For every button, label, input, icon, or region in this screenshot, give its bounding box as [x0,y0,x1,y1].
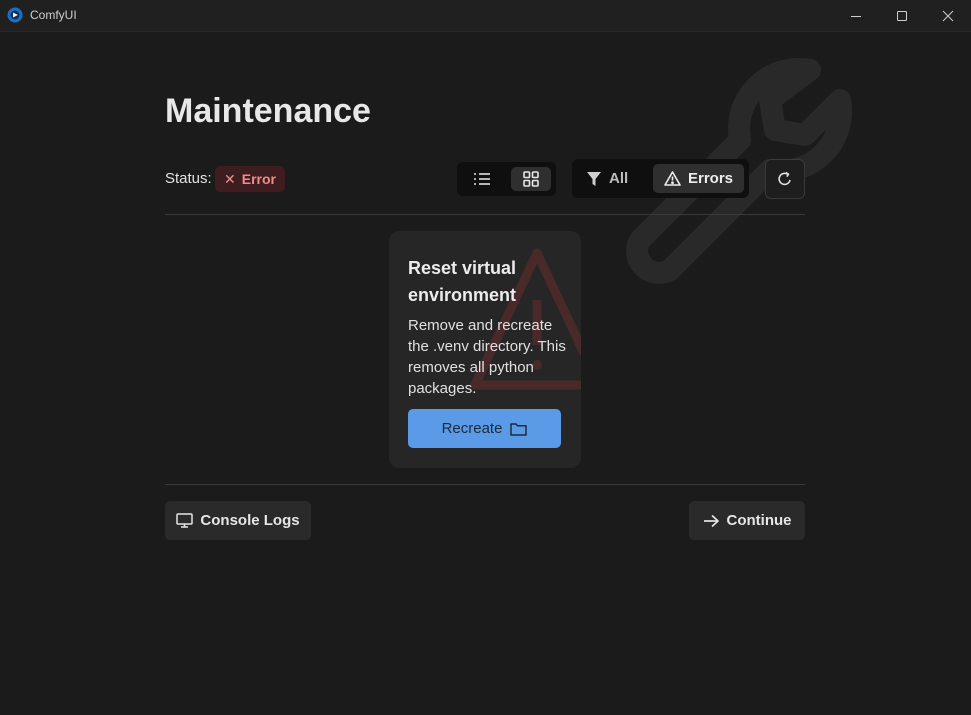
filter-errors-button[interactable]: Errors [653,164,744,193]
monitor-icon [176,513,194,528]
close-window-button[interactable] [925,0,971,31]
filter-icon [587,171,601,186]
window-titlebar: ComfyUI [0,0,971,32]
list-icon [474,173,490,185]
comfyui-logo-icon [7,7,23,23]
list-view-button[interactable] [462,167,502,191]
view-mode-toggle [457,162,556,196]
status-badge: ✕ Error [215,166,285,192]
window-title: ComfyUI [30,8,77,22]
top-divider [165,214,805,215]
x-icon: ✕ [224,170,236,187]
grid-view-button[interactable] [511,167,551,191]
continue-label: Continue [726,512,792,529]
filter-toggle: All Errors [572,159,749,198]
page-title: Maintenance [165,92,371,130]
filter-all-button[interactable]: All [586,164,628,193]
refresh-icon [778,171,791,186]
continue-button[interactable]: Continue [689,501,805,540]
recreate-button[interactable]: Recreate [408,409,561,448]
filter-all-label: All [609,170,629,187]
bottom-divider [165,484,805,485]
status-label: Status: [165,170,212,187]
status-badge-text: Error [241,171,276,187]
grid-icon [523,171,539,187]
minimize-button[interactable] [833,0,879,31]
task-description: Remove and recreate the .venv directory.… [408,317,566,397]
console-logs-button[interactable]: Console Logs [165,501,311,540]
refresh-button[interactable] [765,159,805,199]
console-logs-label: Console Logs [200,512,300,529]
maximize-icon [897,10,907,21]
warning-icon [664,171,681,186]
maximize-button[interactable] [879,0,925,31]
folder-icon [510,422,528,436]
minimize-icon [851,15,861,17]
close-icon [942,10,954,21]
recreate-button-label: Recreate [441,420,503,437]
arrow-right-icon [703,514,719,527]
filter-errors-label: Errors [687,170,734,187]
task-title: Reset virtual environment [408,258,517,305]
task-card: Reset virtual environment Remove and rec… [389,231,581,468]
